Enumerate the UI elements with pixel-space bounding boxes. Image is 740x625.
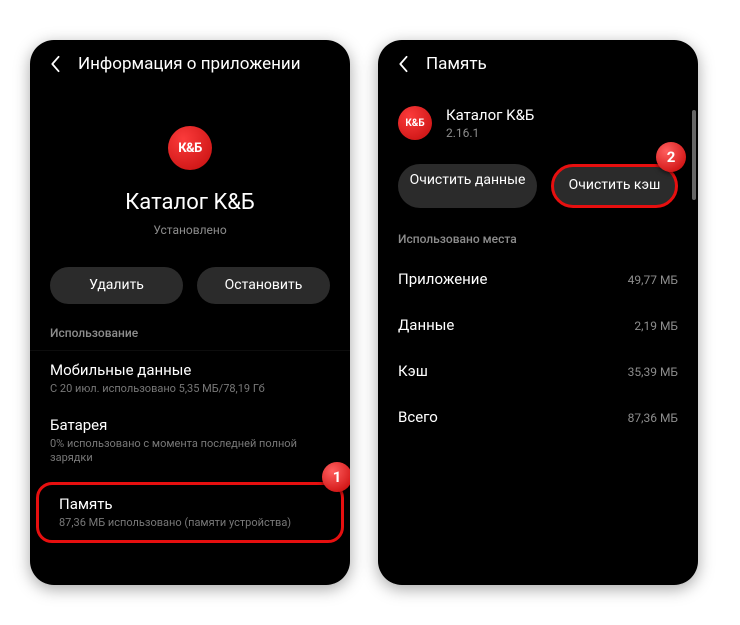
step-badge-1: 1 — [322, 462, 350, 492]
row-value: 35,39 МБ — [628, 365, 678, 379]
list-title: Мобильные данные — [50, 361, 330, 379]
app-status: Установлено — [153, 223, 226, 237]
page-title: Информация о приложении — [78, 54, 301, 74]
row-app: Приложение 49,77 МБ — [378, 256, 698, 302]
topbar: Память — [378, 40, 698, 82]
app-icon: К&Б — [398, 106, 432, 140]
action-buttons: Удалить Остановить — [30, 247, 350, 320]
row-data: Данные 2,19 МБ — [378, 302, 698, 348]
phone-left: Информация о приложении К&Б Каталог K&Б … — [30, 40, 350, 585]
row-value: 49,77 МБ — [628, 273, 678, 287]
row-value: 87,36 МБ — [628, 411, 678, 425]
row-key: Приложение — [398, 270, 487, 288]
clear-cache-button[interactable]: Очистить кэш — [551, 164, 678, 208]
app-icon: К&Б — [168, 126, 212, 170]
list-sub: С 20 июл. использовано 5,35 МБ/78,19 Гб — [50, 382, 330, 396]
storage-action-buttons: Очистить данные Очистить кэш 2 — [378, 150, 698, 226]
list-item-mobile-data[interactable]: Мобильные данные С 20 июл. использовано … — [30, 350, 350, 406]
row-key: Всего — [398, 408, 438, 426]
list-item-storage[interactable]: Память 87,36 МБ использовано (памяти уст… — [36, 482, 344, 543]
app-name: Каталог K&Б — [125, 190, 255, 215]
phone-right: Память К&Б Каталог K&Б 2.16.1 Очистить д… — [378, 40, 698, 585]
row-value: 2,19 МБ — [634, 319, 678, 333]
usage-section-label: Использование — [30, 320, 350, 350]
list-sub: 87,36 МБ использовано (памяти устройства… — [59, 516, 321, 530]
step-badge-2: 2 — [656, 142, 686, 172]
list-title: Память — [59, 495, 321, 513]
row-key: Кэш — [398, 362, 428, 380]
list-title: Батарея — [50, 416, 330, 434]
list-item-battery[interactable]: Батарея 0% использовано с момента послед… — [30, 406, 350, 476]
row-key: Данные — [398, 316, 454, 334]
used-space-label: Использовано места — [378, 226, 698, 256]
battery-wrapper: Батарея 0% использовано с момента послед… — [30, 406, 350, 476]
page-title: Память — [426, 54, 487, 74]
uninstall-button[interactable]: Удалить — [50, 267, 183, 304]
app-version: 2.16.1 — [446, 126, 534, 140]
back-icon[interactable] — [394, 55, 412, 73]
clear-cache-wrap: Очистить кэш 2 — [551, 164, 678, 208]
list-sub: 0% использовано с момента последней полн… — [50, 437, 330, 466]
row-total: Всего 87,36 МБ — [378, 394, 698, 440]
app-name: Каталог K&Б — [446, 106, 534, 124]
app-meta: Каталог K&Б 2.16.1 — [446, 106, 534, 140]
app-header: К&Б Каталог K&Б 2.16.1 — [378, 82, 698, 150]
app-header: К&Б Каталог K&Б Установлено — [30, 126, 350, 237]
back-icon[interactable] — [46, 55, 64, 73]
clear-data-button[interactable]: Очистить данные — [398, 164, 537, 208]
topbar: Информация о приложении — [30, 40, 350, 82]
force-stop-button[interactable]: Остановить — [197, 267, 330, 304]
row-cache: Кэш 35,39 МБ — [378, 348, 698, 394]
